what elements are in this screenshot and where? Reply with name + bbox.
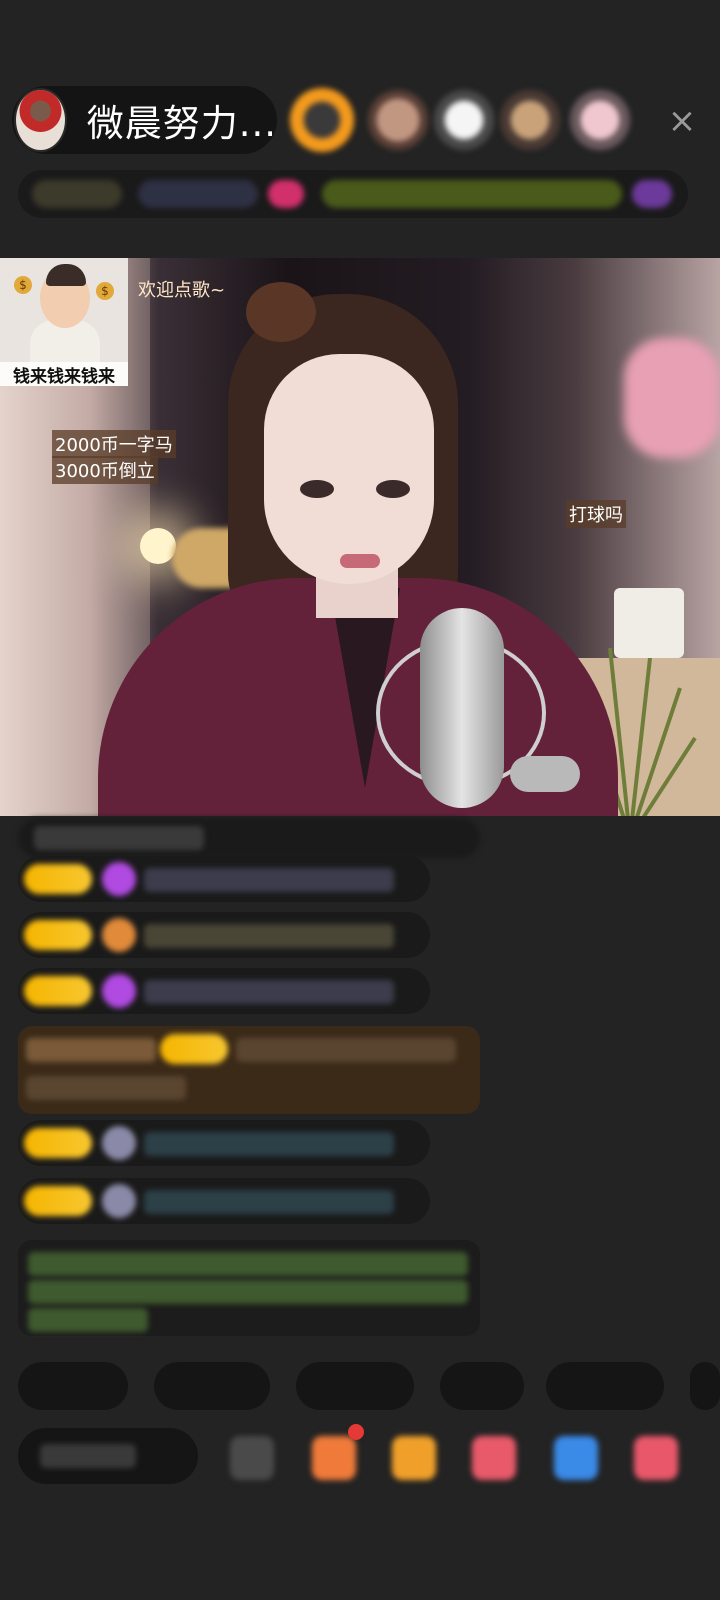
host-info-pill[interactable]: 微晨努力...: [12, 86, 277, 154]
notification-dot: [348, 1424, 364, 1440]
host-left-eye: [300, 480, 334, 498]
chat-text: [144, 868, 394, 892]
chat-text: [144, 980, 394, 1004]
chat-text: [144, 924, 394, 948]
viewer-avatar-5[interactable]: [570, 90, 630, 150]
sticker-caption: 钱来钱来钱来: [0, 362, 128, 386]
gift-badge: [26, 1038, 156, 1062]
quick-action-chip[interactable]: [546, 1362, 664, 1410]
quick-action-chip[interactable]: [440, 1362, 524, 1410]
notice-text: [28, 1280, 468, 1304]
viewer-avatar-4[interactable]: [500, 90, 560, 150]
quick-action-chip[interactable]: [296, 1362, 414, 1410]
tag-chip[interactable]: [138, 180, 258, 208]
welcome-text: 欢迎点歌~: [138, 280, 226, 301]
fan-badge: [24, 864, 92, 894]
quick-action-chip[interactable]: [18, 1362, 128, 1410]
tag-chip[interactable]: [632, 180, 672, 208]
host-right-eye: [376, 480, 410, 498]
diamond-icon: [102, 862, 136, 896]
chat-text: [236, 1038, 456, 1062]
quick-action-chip[interactable]: [154, 1362, 270, 1410]
fan-badge: [24, 920, 92, 950]
chat-text: [144, 1190, 394, 1214]
viewer-avatar-3[interactable]: [434, 90, 494, 150]
sticker-baby-hair: [46, 264, 86, 286]
more-icon[interactable]: [634, 1436, 678, 1480]
plant-pot: [614, 588, 684, 658]
microphone: [420, 608, 504, 808]
comment-placeholder: [40, 1444, 136, 1468]
tag-chip[interactable]: [322, 180, 622, 208]
sticker-overlay: $ $ 钱来钱来钱来: [0, 258, 128, 386]
host-hair-bun: [246, 282, 316, 342]
money-bag-icon: $: [14, 276, 32, 294]
price-line-1: 2000币一字马: [52, 430, 176, 458]
chat-icon[interactable]: [554, 1436, 598, 1480]
microphone-arm: [510, 756, 580, 792]
viewer-avatar-1[interactable]: [290, 88, 354, 152]
level-icon: [102, 918, 136, 952]
gift-icon[interactable]: [392, 1436, 436, 1480]
viewer-avatar-2[interactable]: [368, 90, 428, 150]
quick-action-chip[interactable]: [690, 1362, 720, 1410]
money-bag-icon: $: [96, 282, 114, 300]
background-pink-flower: [624, 338, 720, 458]
price-line-2: 3000币倒立: [52, 456, 158, 484]
gift-box-icon[interactable]: [312, 1436, 356, 1480]
fan-badge: [24, 1128, 92, 1158]
right-tag: 打球吗: [566, 500, 626, 528]
notice-text: [28, 1252, 468, 1276]
user-icon: [102, 1184, 136, 1218]
notice-text: [28, 1308, 148, 1332]
tag-chip[interactable]: [32, 180, 122, 208]
host-face: [264, 354, 434, 584]
emoji-icon[interactable]: [230, 1436, 274, 1480]
chat-text: [144, 1132, 394, 1156]
fan-badge: [24, 976, 92, 1006]
fan-badge: [160, 1034, 228, 1064]
host-lips: [340, 554, 380, 568]
close-icon[interactable]: ×: [665, 104, 699, 138]
host-name: 微晨努力...: [86, 102, 277, 145]
background-lamp: [140, 528, 176, 564]
heart-icon[interactable]: [472, 1436, 516, 1480]
chat-text: [34, 826, 204, 850]
chat-text: [26, 1076, 186, 1100]
host-avatar[interactable]: [14, 88, 67, 152]
user-icon: [102, 1126, 136, 1160]
fan-badge: [24, 1186, 92, 1216]
tag-chip[interactable]: [268, 180, 304, 208]
diamond-icon: [102, 974, 136, 1008]
